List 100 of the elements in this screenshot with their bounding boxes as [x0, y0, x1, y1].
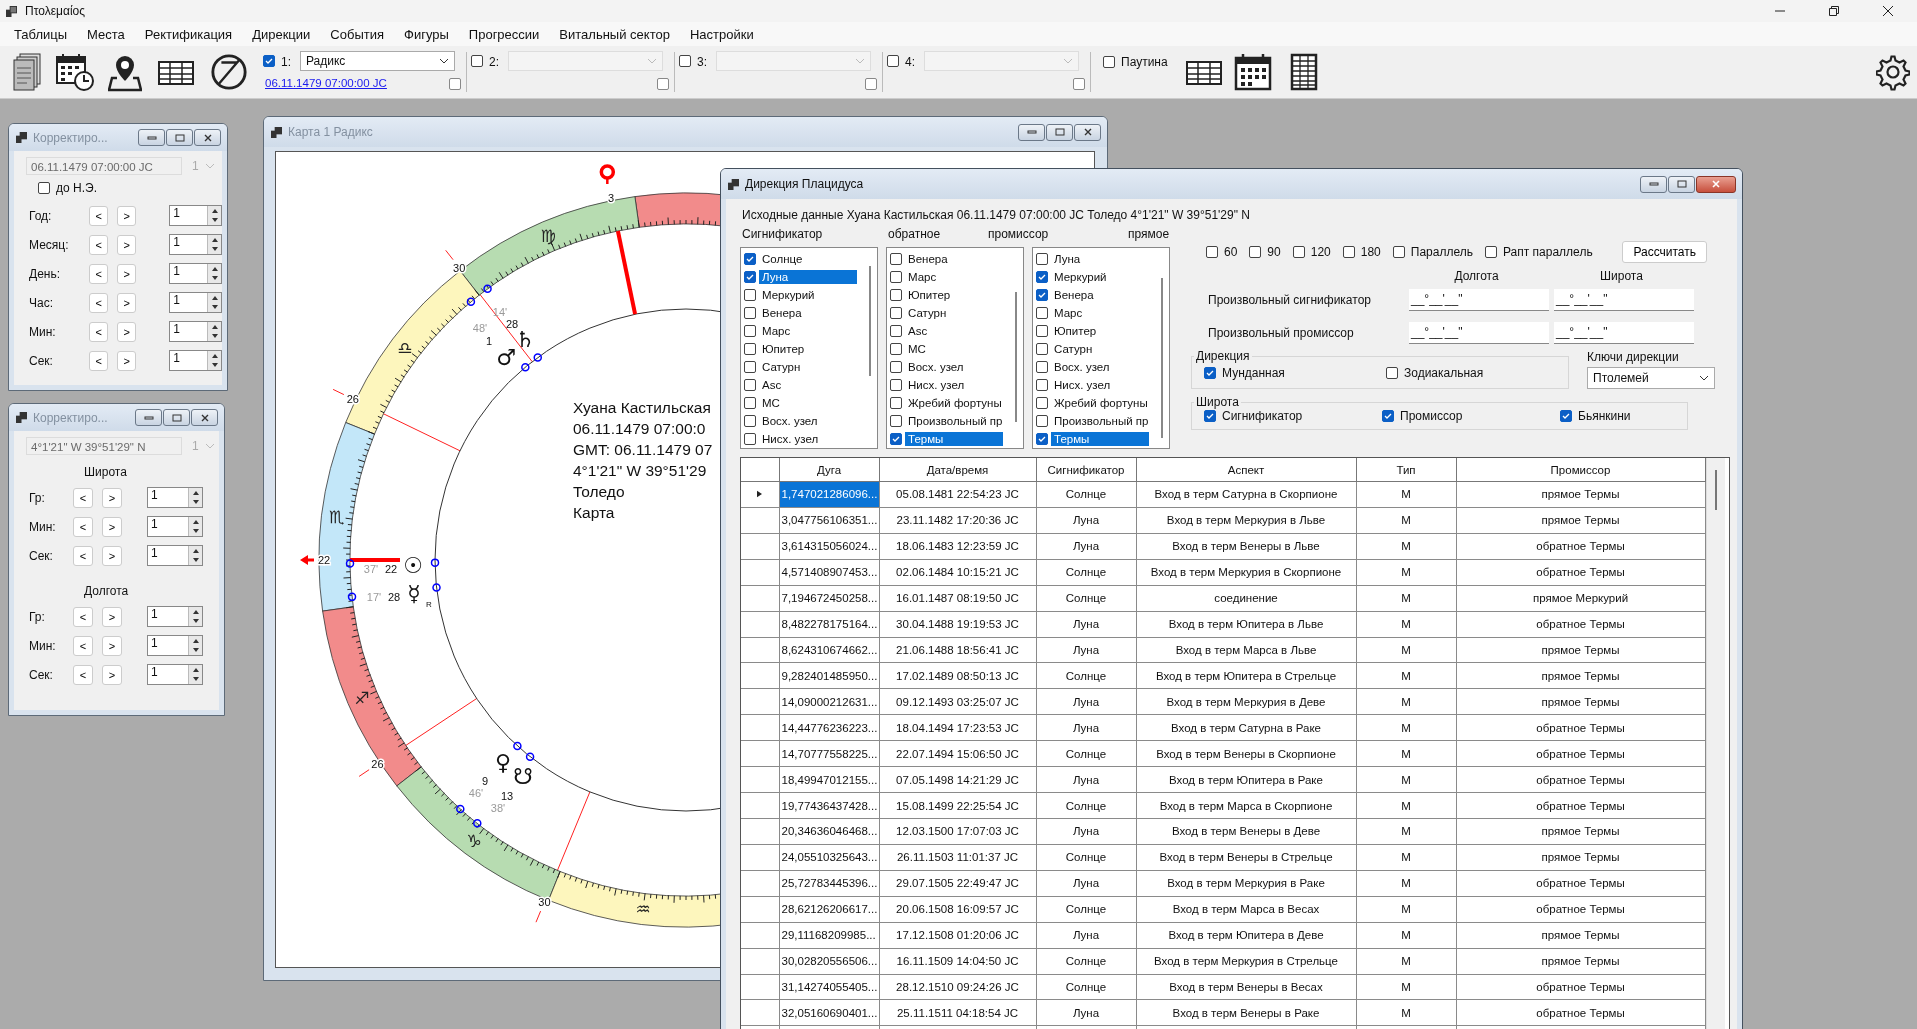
checkbox[interactable]	[1036, 307, 1048, 319]
checkbox[interactable]	[1036, 325, 1048, 337]
decrement-button[interactable]: <	[73, 664, 93, 685]
minimize-button[interactable]	[138, 129, 165, 146]
close-button[interactable]	[1696, 175, 1736, 193]
number-spinner[interactable]: 1	[147, 664, 203, 685]
menu-item[interactable]: Места	[79, 26, 133, 42]
checkbox[interactable]	[1036, 379, 1048, 391]
checkbox[interactable]	[1204, 366, 1216, 379]
list-item[interactable]: Нисх. узел	[1051, 378, 1149, 392]
checkbox[interactable]	[657, 78, 669, 90]
list-item[interactable]: Восх. узел	[1051, 360, 1149, 374]
number-spinner[interactable]: 1	[169, 205, 222, 226]
number-spinner[interactable]: 1	[169, 292, 222, 313]
menu-item[interactable]: События	[322, 26, 392, 42]
list-item[interactable]: Венера	[1051, 288, 1149, 302]
calculate-button[interactable]: Рассчитать	[1622, 241, 1707, 263]
column-header[interactable]: Дуга	[779, 458, 879, 482]
menu-item[interactable]: Витальный сектор	[551, 26, 678, 42]
column-header[interactable]: Дата/время	[879, 458, 1036, 482]
list-item[interactable]: Жребий фортуны	[905, 396, 1003, 410]
number-spinner[interactable]: 1	[169, 263, 222, 284]
maximize-button[interactable]	[163, 409, 190, 426]
restore-icon[interactable]	[1829, 6, 1839, 16]
number-spinner[interactable]: 1	[147, 487, 203, 508]
number-spinner[interactable]: 1	[169, 321, 222, 342]
checkbox[interactable]	[1392, 246, 1405, 258]
settings-icon[interactable]	[1876, 52, 1910, 92]
checkbox[interactable]	[890, 253, 902, 265]
chart-dropdown[interactable]: Радикс	[300, 51, 455, 71]
decrement-button[interactable]: <	[89, 321, 109, 342]
checkbox[interactable]	[1036, 415, 1048, 427]
increment-button[interactable]: >	[102, 545, 122, 566]
increment-button[interactable]: >	[102, 487, 122, 508]
checkbox[interactable]	[1103, 56, 1115, 68]
list-item[interactable]: Марс	[759, 324, 857, 338]
checkbox[interactable]	[890, 325, 902, 337]
number-spinner[interactable]: 1	[147, 635, 203, 656]
checkbox[interactable]	[744, 325, 756, 337]
column-header[interactable]: Сигнификатор	[1036, 458, 1136, 482]
checkbox[interactable]	[890, 433, 902, 445]
decrement-button[interactable]: <	[73, 487, 93, 508]
checkbox[interactable]	[890, 271, 902, 283]
number-spinner[interactable]: 1	[169, 350, 222, 371]
list-item[interactable]: Меркурий	[1051, 270, 1149, 284]
checkbox[interactable]	[887, 55, 899, 67]
scrollbar-thumb[interactable]	[1714, 470, 1717, 510]
masked-input-field[interactable]: __°__'__"	[1554, 321, 1694, 344]
minimize-button[interactable]	[1640, 175, 1667, 193]
column-header[interactable]: Промиссор	[1456, 458, 1705, 482]
checkbox[interactable]	[744, 343, 756, 355]
list-item[interactable]: Восх. узел	[759, 414, 857, 428]
checkbox[interactable]	[890, 361, 902, 373]
coordinates-field[interactable]: 4°1'21" W 39°51'29" N	[26, 437, 182, 455]
list-item[interactable]: Сатурн	[905, 306, 1003, 320]
checkbox[interactable]	[1560, 410, 1572, 422]
checkbox[interactable]	[744, 415, 756, 427]
checkbox[interactable]	[1249, 246, 1262, 258]
masked-input-field[interactable]: __°__'__"	[1554, 288, 1694, 311]
checkbox[interactable]	[1382, 410, 1394, 422]
decrement-button[interactable]: <	[73, 635, 93, 656]
decrement-button[interactable]: <	[89, 234, 109, 255]
maximize-button[interactable]	[166, 129, 193, 146]
checkbox[interactable]	[1342, 246, 1355, 258]
checkbox[interactable]	[890, 379, 902, 391]
decrement-button[interactable]: <	[89, 350, 109, 371]
circle-slash-icon[interactable]	[210, 52, 248, 92]
list-item[interactable]: Восх. узел	[905, 360, 1003, 374]
increment-button[interactable]: >	[117, 292, 137, 313]
list-item[interactable]: Марс	[905, 270, 1003, 284]
increment-button[interactable]: >	[117, 350, 137, 371]
increment-button[interactable]: >	[117, 321, 137, 342]
checkbox[interactable]	[1036, 433, 1048, 445]
checkbox[interactable]	[890, 415, 902, 427]
menu-item[interactable]: Ректификация	[136, 26, 241, 42]
checkbox[interactable]	[744, 307, 756, 319]
list-item[interactable]: MC	[905, 342, 1003, 356]
checkbox[interactable]	[1073, 78, 1085, 90]
keys-dropdown[interactable]: Птолемей	[1587, 367, 1715, 389]
checkbox[interactable]	[744, 289, 756, 301]
list-item[interactable]: Юпитер	[905, 288, 1003, 302]
checkbox[interactable]	[890, 397, 902, 409]
list-item[interactable]: Венера	[905, 252, 1003, 266]
checkbox[interactable]	[1036, 253, 1048, 265]
checkbox[interactable]	[679, 55, 691, 67]
list-item[interactable]: Сатурн	[759, 360, 857, 374]
checkbox[interactable]	[890, 307, 902, 319]
checkbox[interactable]	[744, 397, 756, 409]
list-item[interactable]: Термы	[1051, 432, 1149, 446]
checkbox[interactable]	[1386, 366, 1398, 379]
close-button[interactable]	[194, 129, 221, 146]
menu-item[interactable]: Фигуры	[396, 26, 457, 42]
column-header[interactable]: Тип	[1356, 458, 1456, 482]
menu-item[interactable]: Таблицы	[6, 26, 76, 42]
list-item[interactable]: Венера	[759, 306, 857, 320]
scrollbar-thumb[interactable]	[1161, 278, 1163, 438]
masked-input-field[interactable]: __°__'__"	[1409, 288, 1549, 311]
list-item[interactable]: Юпитер	[1051, 324, 1149, 338]
checkbox[interactable]	[1204, 410, 1216, 422]
checkbox[interactable]	[890, 289, 902, 301]
